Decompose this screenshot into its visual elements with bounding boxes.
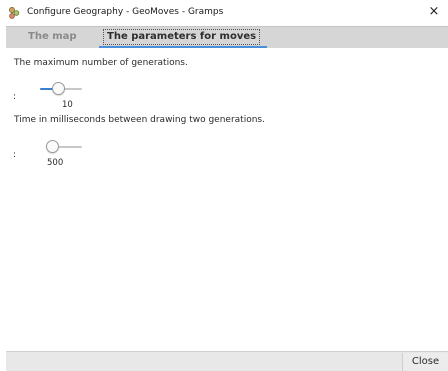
tab-parameters-for-moves[interactable]: The parameters for moves: [103, 27, 261, 48]
generations-description: The maximum number of generations.: [14, 58, 188, 68]
close-icon[interactable]: ×: [426, 2, 442, 22]
parameters-panel: The maximum number of generations. : 10 …: [6, 48, 448, 351]
time-colon: :: [13, 150, 17, 160]
slider-handle[interactable]: [46, 140, 59, 153]
notebook-tabs: The map The parameters for moves: [6, 26, 448, 48]
tab-label: The map: [28, 31, 77, 42]
title-bar: Configure Geography - GeoMoves - Gramps …: [0, 0, 448, 26]
close-button[interactable]: Close: [402, 353, 448, 371]
button-bar: Close: [6, 351, 448, 371]
slider-handle[interactable]: [52, 82, 65, 95]
time-slider[interactable]: [46, 139, 82, 155]
window-title: Configure Geography - GeoMoves - Gramps: [27, 7, 224, 17]
generations-value: 10: [62, 100, 73, 110]
tab-the-map[interactable]: The map: [28, 27, 77, 48]
tab-label: The parameters for moves: [103, 29, 261, 45]
generations-slider[interactable]: [40, 81, 82, 97]
gramps-tree-icon: [9, 7, 20, 19]
generations-colon: :: [13, 92, 17, 102]
time-value: 500: [47, 158, 64, 168]
configure-geography-dialog: Configure Geography - GeoMoves - Gramps …: [0, 0, 448, 371]
time-description: Time in milliseconds between drawing two…: [14, 115, 265, 125]
